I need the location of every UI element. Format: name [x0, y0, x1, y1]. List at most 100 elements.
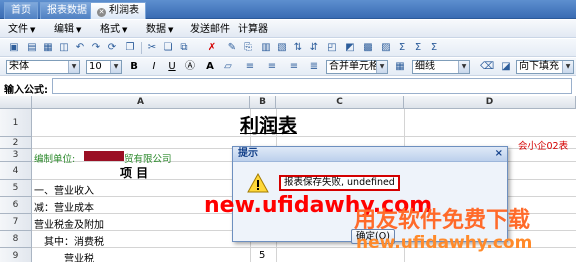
tab-bar: 首页 报表数据 ✕ 利润表 — [0, 0, 576, 19]
save-as-icon[interactable]: ▤ — [26, 42, 38, 54]
undo-icon[interactable]: ↶ — [74, 42, 86, 54]
sum-icon[interactable]: Σ — [396, 42, 408, 54]
report-title[interactable]: 利润表 — [240, 111, 297, 138]
sort-desc-icon[interactable]: ⇵ — [308, 42, 320, 54]
column-header-d[interactable]: D — [404, 96, 576, 109]
formula-label: 输入公式: — [4, 85, 48, 96]
insert-col-icon[interactable]: ▧ — [276, 42, 288, 54]
column-header-b[interactable]: B — [250, 96, 276, 109]
row-header[interactable]: 9 — [0, 248, 32, 262]
chevron-down-icon[interactable]: ▼ — [562, 61, 573, 73]
image-icon[interactable]: ◩ — [344, 42, 356, 54]
merge-cells-value: 合并单元格 — [329, 61, 379, 72]
print-icon[interactable]: ▦ — [42, 42, 54, 54]
tab-report-data[interactable]: 报表数据 — [40, 2, 94, 19]
company-name[interactable]: 贸有限公司 — [124, 151, 172, 165]
table-icon[interactable]: ▩ — [362, 42, 374, 54]
border-icon[interactable]: ▦ — [394, 61, 406, 73]
chevron-down-icon[interactable]: ▼ — [376, 61, 387, 73]
underline-button[interactable]: U — [166, 61, 178, 73]
insert-row-icon[interactable]: ▥ — [260, 42, 272, 54]
filter-icon[interactable]: ▨ — [380, 42, 392, 54]
copy-icon[interactable]: ❐ — [124, 42, 136, 54]
item-business-tax[interactable]: 营业税 — [64, 250, 94, 262]
row-header[interactable]: 4 — [0, 162, 32, 180]
align-left-icon[interactable]: ≡ — [244, 61, 256, 73]
menu-data-label: 数据 — [146, 24, 166, 35]
tab-profit-label: 利润表 — [109, 5, 139, 16]
row-header[interactable]: 6 — [0, 197, 32, 214]
column-header-c[interactable]: C — [276, 96, 404, 109]
row-header[interactable]: 5 — [0, 180, 32, 197]
standard-toolbar: ▣ ▤ ▦ ◫ ↶ ↷ ⟳ ❐ ✂ ❏ ⧉ ✗ ✎ ⎘ ▥ ▧ ⇅ ⇵ ◰ ◩ … — [0, 39, 576, 57]
company-label[interactable]: 编制单位: — [34, 151, 75, 165]
preview-icon[interactable]: ◫ — [58, 42, 70, 54]
chevron-down-icon: ▼ — [30, 26, 36, 34]
item-tax-surcharge[interactable]: 营业税金及附加 — [34, 216, 104, 231]
tab-profit-statement[interactable]: ✕ 利润表 — [90, 2, 146, 19]
link-icon[interactable]: ⎘ — [242, 42, 254, 54]
sum-rows-icon[interactable]: Σ — [412, 42, 424, 54]
fill-color-icon[interactable]: ▱ — [222, 61, 234, 73]
fill-icon[interactable]: ◪ — [500, 61, 512, 73]
cell-b9[interactable]: 5 — [259, 250, 265, 261]
chevron-down-icon[interactable]: ▼ — [68, 61, 79, 73]
delete-icon[interactable]: ✗ — [206, 42, 218, 54]
row-header[interactable]: 1 — [0, 109, 32, 137]
bold-button[interactable]: B — [128, 61, 140, 73]
corner-header[interactable] — [0, 96, 32, 109]
close-icon[interactable]: × — [495, 147, 503, 161]
chart-icon[interactable]: ◰ — [326, 42, 338, 54]
chevron-down-icon[interactable]: ▼ — [458, 61, 469, 73]
refresh-icon[interactable]: ⟳ — [106, 42, 118, 54]
table-row — [32, 109, 576, 137]
sort-asc-icon[interactable]: ⇅ — [292, 42, 304, 54]
font-size-select[interactable]: 10 ▼ — [86, 60, 122, 74]
item-cost[interactable]: 减：营业成本 — [34, 199, 94, 214]
dialog-title: 提示 — [238, 148, 258, 159]
text-color-icon[interactable]: A — [204, 61, 216, 73]
item-consumption-tax[interactable]: 其中：消费税 — [44, 233, 104, 248]
border-style-select[interactable]: 细线 ▼ — [412, 60, 470, 74]
brush-icon[interactable]: ✎ — [226, 42, 238, 54]
fill-direction-select[interactable]: 向下填充 ▼ — [516, 60, 574, 74]
menu-data[interactable]: 数据 ▼ — [146, 23, 173, 37]
menu-calculator[interactable]: 计算器 — [238, 23, 268, 36]
item-revenue[interactable]: 一、营业收入 — [34, 182, 94, 197]
form-code[interactable]: 会小企02表 — [518, 138, 568, 152]
row-header[interactable]: 3 — [0, 149, 32, 162]
tab-home[interactable]: 首页 — [4, 2, 38, 19]
warning-icon — [247, 173, 269, 193]
menu-edit[interactable]: 编辑 ▼ — [54, 23, 81, 37]
merge-cells-select[interactable]: 合并单元格 ▼ — [326, 60, 388, 74]
item-header[interactable]: 项 目 — [120, 164, 148, 181]
menu-send-email[interactable]: 发送邮件 — [190, 23, 230, 36]
format-toolbar: 宋体 ▼ 10 ▼ B I U Ⓐ A ▱ ≡ ≡ ≡ ≣ 合并单元格 ▼ ▦ … — [0, 58, 576, 76]
row-header[interactable]: 2 — [0, 137, 32, 149]
save-icon[interactable]: ▣ — [8, 42, 20, 54]
align-right-icon[interactable]: ≡ — [288, 61, 300, 73]
italic-button[interactable]: I — [148, 61, 160, 73]
redo-icon[interactable]: ↷ — [90, 42, 102, 54]
menu-calculator-label: 计算器 — [238, 24, 268, 35]
format-painter-icon[interactable]: ⧉ — [178, 42, 190, 54]
formula-input[interactable] — [52, 78, 572, 94]
chevron-down-icon[interactable]: ▼ — [110, 61, 121, 73]
font-color-icon[interactable]: Ⓐ — [184, 61, 196, 73]
chevron-down-icon: ▼ — [168, 26, 174, 34]
eraser-icon[interactable]: ⌫ — [480, 61, 494, 73]
font-name-select[interactable]: 宋体 ▼ — [6, 60, 80, 74]
close-tab-icon[interactable]: ✕ — [97, 8, 106, 17]
toolbar-separator — [141, 42, 142, 54]
sum-cols-icon[interactable]: Σ — [428, 42, 440, 54]
menu-format[interactable]: 格式 ▼ — [100, 23, 127, 37]
chevron-down-icon: ▼ — [122, 26, 128, 34]
row-header[interactable]: 8 — [0, 231, 32, 248]
menu-file[interactable]: 文件 ▼ — [8, 23, 35, 37]
cut-icon[interactable]: ✂ — [146, 42, 158, 54]
column-header-a[interactable]: A — [32, 96, 250, 109]
row-header[interactable]: 7 — [0, 214, 32, 231]
paste-icon[interactable]: ❏ — [162, 42, 174, 54]
align-center-icon[interactable]: ≡ — [266, 61, 278, 73]
align-justify-icon[interactable]: ≣ — [308, 61, 320, 73]
